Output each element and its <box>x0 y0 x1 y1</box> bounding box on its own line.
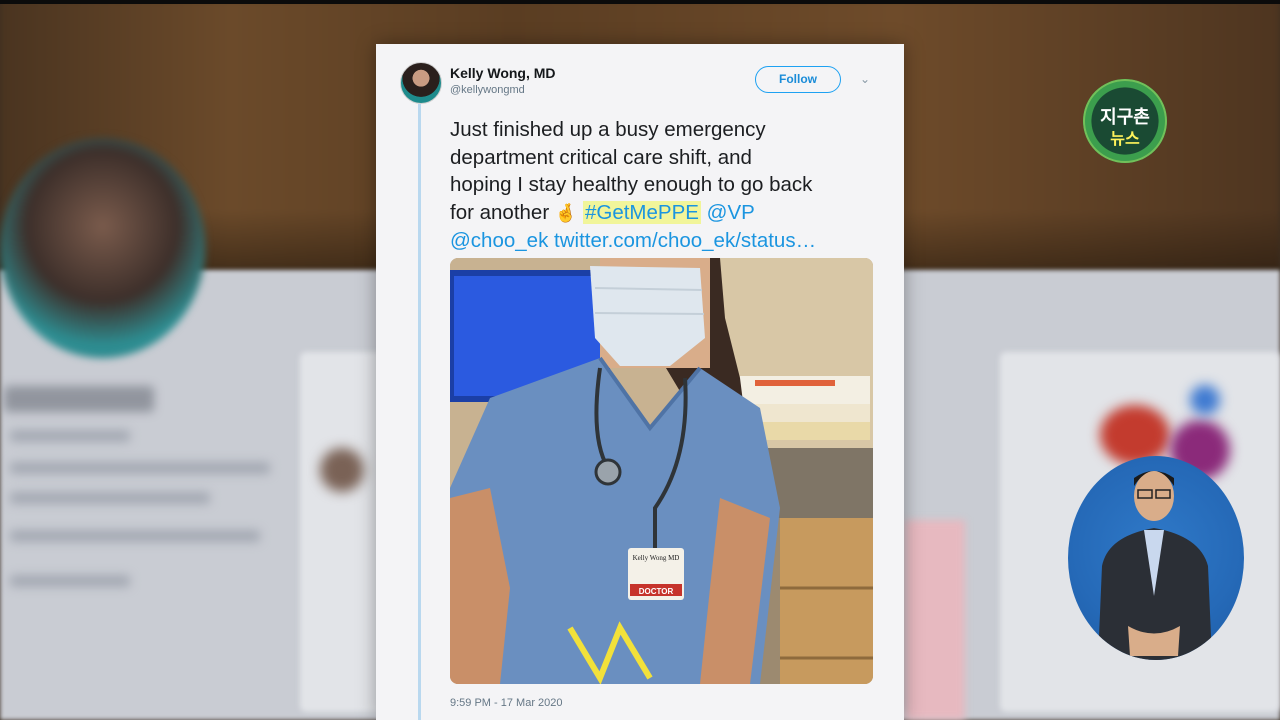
tweet-timestamp[interactable]: 9:59 PM - 17 Mar 2020 <box>450 697 563 709</box>
blurred-profile-line <box>10 530 260 542</box>
tweet-text-line: department critical care shift, and <box>450 145 752 169</box>
chevron-down-icon[interactable]: ⌄ <box>857 71 873 87</box>
photo-paper-tray <box>750 404 870 422</box>
blurred-color-blob <box>1190 385 1220 415</box>
tweet-text-line: hoping I stay healthy enough to go back <box>450 173 813 196</box>
follow-button[interactable]: Follow <box>755 66 841 93</box>
blurred-pink-strip <box>905 520 965 720</box>
blurred-profile-line <box>10 430 130 442</box>
tweet-text-line: @choo_ek twitter.com/choo_ek/status… <box>450 227 890 255</box>
profile-avatar[interactable] <box>400 62 442 104</box>
blurred-profile-line <box>10 575 130 587</box>
status-link[interactable]: twitter.com/choo_ek/status… <box>554 229 816 252</box>
sign-language-interpreter <box>1068 456 1244 660</box>
tweet-text: Just finished up a busy emergency depart… <box>450 116 890 255</box>
doctor-photo-illustration: Kelly Wong MD DOCTOR <box>450 258 873 684</box>
crossed-fingers-emoji: 🤞 <box>554 202 578 223</box>
top-black-bar <box>0 0 1280 4</box>
photo-face-mask <box>590 266 705 366</box>
author-handle[interactable]: @kellywongmd <box>450 84 525 96</box>
photo-paper-tray <box>750 422 870 440</box>
tweet-text-segment: for another <box>450 200 550 224</box>
hashtag-link[interactable]: #GetMePPE <box>582 200 701 224</box>
logo-text: 뉴스 <box>1110 131 1140 148</box>
photo-badge-name: Kelly Wong MD <box>633 554 680 562</box>
mention-link-vp[interactable]: @VP <box>707 201 755 224</box>
author-name[interactable]: Kelly Wong, MD <box>450 65 556 81</box>
blurred-avatar-dot <box>320 448 364 492</box>
interpreter-face <box>1134 471 1174 521</box>
mention-link-choo[interactable]: @choo_ek <box>450 229 548 252</box>
photo-stethoscope-head <box>594 458 622 486</box>
blurred-profile-name <box>4 386 154 412</box>
blurred-profile-line <box>10 462 270 474</box>
blurred-profile-line <box>10 492 210 504</box>
blurred-profile-avatar <box>0 138 205 358</box>
tweet-text-line: Just finished up a busy emergency <box>450 118 766 141</box>
interpreter-illustration <box>1098 471 1212 660</box>
tweet-card: Kelly Wong, MD @kellywongmd Follow ⌄ Jus… <box>376 44 904 720</box>
photo-paper-stripe <box>755 380 835 386</box>
tweet-text-line: for another 🤞 #GetMePPE @VP <box>450 199 890 228</box>
tweet-photo[interactable]: Kelly Wong MD DOCTOR <box>450 258 873 684</box>
thread-line <box>418 104 421 720</box>
photo-mask-fold <box>594 312 705 315</box>
photo-badge-role: DOCTOR <box>639 587 674 596</box>
news-channel-logo: 지구촌 뉴스 <box>1083 79 1167 163</box>
